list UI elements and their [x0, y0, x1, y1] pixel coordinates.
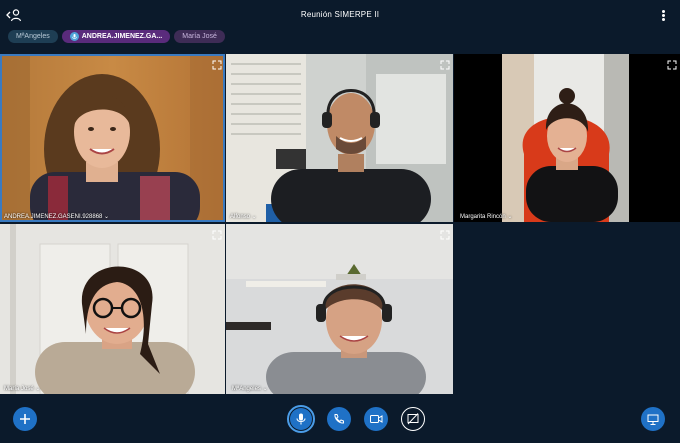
talker-label: ANDREA.JIMENEZ.GA...	[81, 33, 163, 40]
participant-name[interactable]: Alfonso ⌄	[230, 213, 257, 220]
phone-icon[interactable]	[327, 407, 351, 431]
participant-name[interactable]: MªAngeles ⌄	[232, 385, 268, 392]
participant-video	[226, 224, 453, 394]
presentation-icon[interactable]	[641, 407, 665, 431]
participant-name[interactable]: María José ⌄	[4, 385, 40, 392]
talking-indicators: MªAngeles ANDREA.JIMENEZ.GA... María Jos…	[8, 30, 225, 44]
more-vertical-icon[interactable]	[660, 10, 666, 22]
microphone-icon	[290, 408, 312, 430]
fullscreen-icon[interactable]	[667, 57, 677, 70]
fullscreen-icon[interactable]	[212, 227, 222, 240]
video-tile[interactable]: MªAngeles ⌄	[226, 224, 453, 394]
screen-share-off-icon[interactable]	[401, 407, 425, 431]
talker-chip-active[interactable]: ANDREA.JIMENEZ.GA...	[61, 30, 171, 43]
participant-name[interactable]: Margarita Rincón ⌄	[460, 213, 512, 220]
fullscreen-icon[interactable]	[440, 227, 450, 240]
talker-chip[interactable]: María José	[174, 30, 225, 43]
participant-name[interactable]: ANDREA.JIMENEZ.GASENI.928868 ⌄	[4, 213, 109, 220]
video-tile[interactable]: María José ⌄	[0, 224, 225, 394]
video-camera-icon[interactable]	[364, 407, 388, 431]
plus-icon[interactable]	[13, 407, 37, 431]
participant-video	[0, 54, 225, 222]
microphone-button[interactable]	[287, 405, 315, 433]
fullscreen-icon[interactable]	[440, 57, 450, 70]
video-tile[interactable]: Margarita Rincón ⌄	[454, 54, 680, 222]
microphone-icon	[69, 32, 79, 41]
talker-label: María José	[182, 33, 217, 40]
meeting-title: Reunión SIMERPE II	[300, 10, 380, 19]
talker-label: MªAngeles	[16, 33, 50, 40]
participant-video	[0, 224, 225, 394]
action-bar	[0, 400, 680, 443]
participant-video	[226, 54, 453, 222]
video-tile[interactable]: ANDREA.JIMENEZ.GASENI.928868 ⌄	[0, 54, 225, 222]
top-bar: Reunión SIMERPE II	[0, 0, 680, 30]
talker-chip[interactable]: MªAngeles	[8, 30, 58, 43]
video-tile[interactable]: Alfonso ⌄	[226, 54, 453, 222]
participant-video	[454, 54, 680, 222]
fullscreen-icon[interactable]	[212, 57, 222, 70]
